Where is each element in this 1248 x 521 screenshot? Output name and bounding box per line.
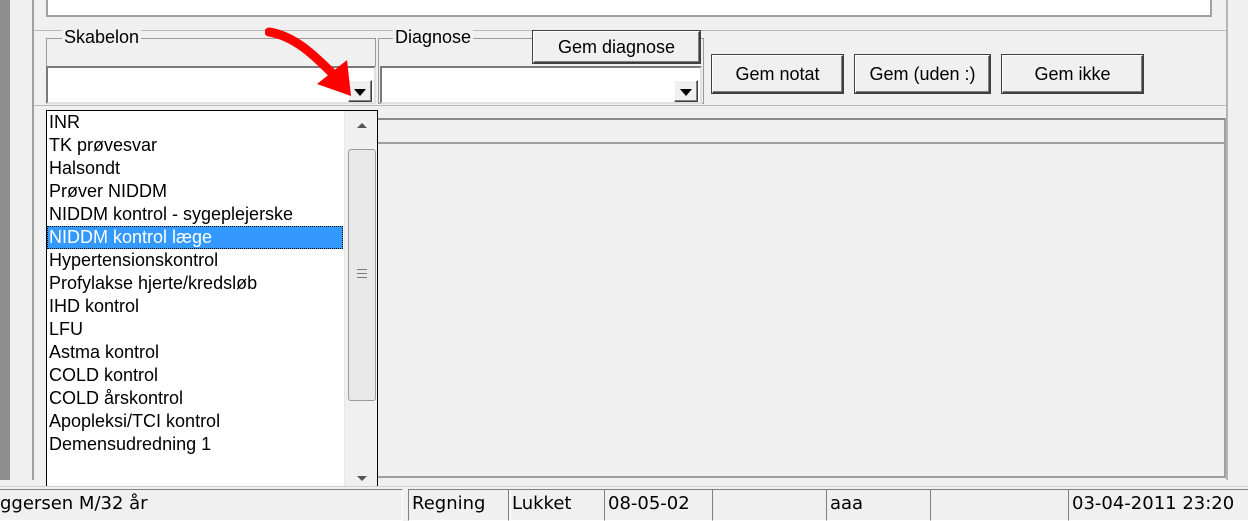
dropdown-item[interactable]: Apopleksi/TCI kontrol — [47, 410, 343, 433]
gem-notat-button[interactable]: Gem notat — [712, 55, 843, 93]
arrow-up-icon — [357, 123, 367, 128]
dropdown-item[interactable]: IHD kontrol — [47, 295, 343, 318]
dropdown-item[interactable]: Demensudredning 1 — [47, 433, 343, 456]
left-dark-strip — [0, 0, 10, 480]
skabelon-dropdown-list[interactable]: INR TK prøvesvar Halsondt Prøver NIDDM NIDDM… — [46, 110, 378, 495]
status-regning: Regning — [408, 489, 511, 521]
dropdown-items: INR TK prøvesvar Halsondt Prøver NIDDM NIDDM… — [47, 111, 343, 456]
status-empty-1 — [712, 489, 827, 521]
left-panel — [10, 0, 34, 480]
gem-diagnose-button[interactable]: Gem diagnose — [533, 31, 700, 63]
note-text-area-top[interactable] — [46, 0, 1212, 17]
scroll-thumb[interactable] — [348, 149, 376, 401]
chevron-down-icon — [680, 89, 692, 96]
gem-ikke-button[interactable]: Gem ikke — [1002, 55, 1143, 93]
grip-line — [357, 277, 367, 278]
arrow-down-icon — [357, 476, 367, 481]
status-datetime: 03-04-2011 23:20 — [1068, 489, 1248, 521]
dropdown-item[interactable]: Astma kontrol — [47, 341, 343, 364]
dropdown-item[interactable]: Hypertensionskontrol — [47, 249, 343, 272]
dropdown-item[interactable]: NIDDM kontrol - sygeplejerske — [47, 203, 343, 226]
red-arrow-icon — [265, 27, 351, 96]
grip-line — [357, 273, 367, 274]
status-date: 08-05-02 — [604, 489, 713, 521]
right-scroll-strip — [1226, 0, 1248, 480]
diagnose-dropdown-button[interactable] — [674, 80, 698, 102]
dropdown-scrollbar[interactable] — [344, 111, 377, 494]
dropdown-item[interactable]: COLD årskontrol — [47, 387, 343, 410]
status-lukket: Lukket — [508, 489, 605, 521]
dropdown-item[interactable]: Halsondt — [47, 157, 343, 180]
scroll-up-button[interactable] — [345, 111, 377, 139]
status-user: aaa — [826, 489, 931, 521]
dropdown-item[interactable]: Prøver NIDDM — [47, 180, 343, 203]
diagnose-combobox[interactable] — [380, 66, 702, 104]
gem-uden-button[interactable]: Gem (uden :) — [855, 55, 990, 93]
dropdown-item[interactable]: INR — [47, 111, 343, 134]
skabelon-label: Skabelon — [62, 27, 142, 47]
status-bar: ggersen M/32 år Regning Lukket 08-05-02 … — [0, 486, 1248, 521]
dropdown-item[interactable]: LFU — [47, 318, 343, 341]
dropdown-item[interactable]: TK prøvesvar — [47, 134, 343, 157]
grip-line — [357, 269, 367, 270]
dropdown-item[interactable]: COLD kontrol — [47, 364, 343, 387]
dropdown-item[interactable]: Profylakse hjerte/kredsløb — [47, 272, 343, 295]
diagnose-label: Diagnose — [393, 27, 474, 47]
status-patient: ggersen M/32 år — [0, 489, 403, 521]
status-empty-2 — [930, 489, 1069, 521]
dropdown-item[interactable]: NIDDM kontrol læge — [47, 226, 343, 249]
